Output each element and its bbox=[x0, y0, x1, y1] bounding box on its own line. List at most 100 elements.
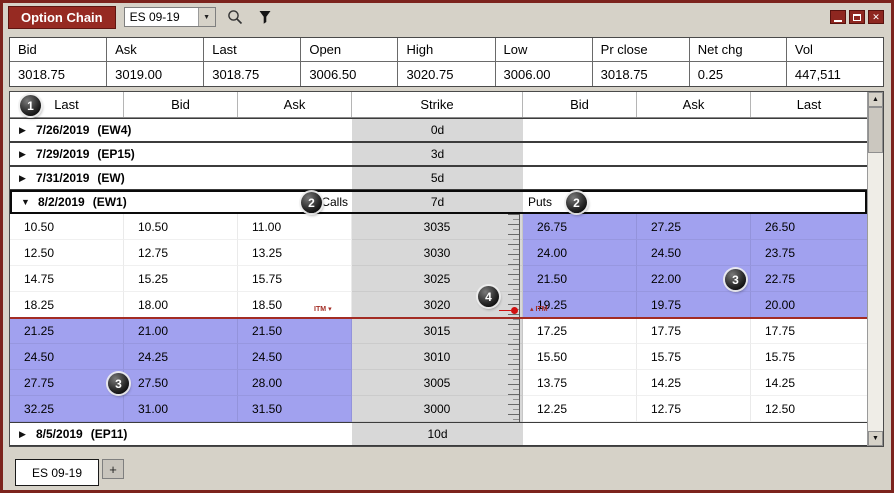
call-ask-cell[interactable]: 18.50 bbox=[238, 292, 352, 318]
days-to-expiry: 0d bbox=[352, 119, 523, 141]
strike-cell[interactable]: 3030 bbox=[352, 240, 523, 266]
put-bid-cell[interactable]: 19.25 bbox=[523, 292, 637, 318]
quote-header-last: Last bbox=[204, 38, 302, 61]
put-last-cell[interactable]: 17.75 bbox=[751, 318, 867, 344]
call-bid-cell[interactable]: 12.75 bbox=[124, 240, 238, 266]
expand-icon[interactable]: ▶ bbox=[19, 149, 36, 160]
call-last-cell[interactable]: 14.75 bbox=[10, 266, 124, 292]
scroll-up-icon: ▲ bbox=[872, 96, 879, 103]
call-bid-cell[interactable]: 27.50 bbox=[124, 370, 238, 396]
call-ask-cell[interactable]: 28.00 bbox=[238, 370, 352, 396]
put-last-cell[interactable]: 23.75 bbox=[751, 240, 867, 266]
maximize-button[interactable] bbox=[849, 10, 865, 24]
call-bid-cell[interactable]: 21.00 bbox=[124, 318, 238, 344]
put-bid-cell[interactable]: 15.50 bbox=[523, 344, 637, 370]
expiry-date: 8/2/2019 bbox=[38, 195, 85, 209]
call-ask-cell[interactable]: 21.50 bbox=[238, 318, 352, 344]
col-header-strike[interactable]: Strike bbox=[352, 92, 523, 117]
scrollbar-thumb[interactable] bbox=[868, 107, 883, 153]
col-header-put-ask[interactable]: Ask bbox=[637, 92, 751, 117]
chevron-down-icon[interactable]: ▼ bbox=[197, 8, 215, 26]
scroll-up-button[interactable]: ▲ bbox=[868, 92, 883, 107]
quote-header-prclose: Pr close bbox=[593, 38, 690, 61]
option-row-3005: 27.75 27.50 28.00 3005 13.75 14.25 14.25 bbox=[10, 370, 867, 396]
annotation-badge-2-calls: 2 bbox=[301, 192, 322, 213]
expiry-row-7/31/2019[interactable]: ▶ 7/31/2019 (EW) 5d bbox=[10, 166, 867, 190]
call-bid-cell[interactable]: 18.00 bbox=[124, 292, 238, 318]
days-to-expiry: 5d bbox=[352, 167, 523, 189]
col-header-put-last[interactable]: Last bbox=[751, 92, 867, 117]
strike-cell[interactable]: 3010 bbox=[352, 344, 523, 370]
add-tab-button[interactable]: + bbox=[102, 459, 125, 479]
put-last-cell[interactable]: 22.75 bbox=[751, 266, 867, 292]
call-last-cell[interactable]: 10.50 bbox=[10, 214, 124, 240]
option-row-3030: 12.50 12.75 13.25 3030 24.00 24.50 23.75 bbox=[10, 240, 867, 266]
col-header-call-ask[interactable]: Ask bbox=[238, 92, 352, 117]
quote-last: 3018.75 bbox=[204, 62, 302, 86]
symbol-selector[interactable]: ES 09-19 ▼ bbox=[123, 7, 216, 27]
filter-icon[interactable] bbox=[254, 6, 276, 28]
call-ask-cell[interactable]: 24.50 bbox=[238, 344, 352, 370]
call-last-cell[interactable]: 12.50 bbox=[10, 240, 124, 266]
annotation-badge-1: 1 bbox=[20, 95, 41, 116]
put-ask-cell[interactable]: 19.75 bbox=[637, 292, 751, 318]
put-bid-cell[interactable]: 12.25 bbox=[523, 396, 637, 422]
close-button[interactable]: ✕ bbox=[868, 10, 884, 24]
call-last-cell[interactable]: 18.25 bbox=[10, 292, 124, 318]
put-ask-cell[interactable]: 24.50 bbox=[637, 240, 751, 266]
strike-cell[interactable]: 3000 bbox=[352, 396, 523, 422]
call-bid-cell[interactable]: 31.00 bbox=[124, 396, 238, 422]
put-last-cell[interactable]: 14.25 bbox=[751, 370, 867, 396]
call-bid-cell[interactable]: 10.50 bbox=[124, 214, 238, 240]
put-bid-cell[interactable]: 21.50 bbox=[523, 266, 637, 292]
col-header-call-bid[interactable]: Bid bbox=[124, 92, 238, 117]
expiry-row-8/5/2019[interactable]: ▶ 8/5/2019 (EP11) 10d bbox=[10, 422, 867, 446]
search-icon[interactable] bbox=[224, 6, 246, 28]
call-bid-cell[interactable]: 15.25 bbox=[124, 266, 238, 292]
put-ask-cell[interactable]: 12.75 bbox=[637, 396, 751, 422]
call-bid-cell[interactable]: 24.25 bbox=[124, 344, 238, 370]
itm-marker-down-icon: ▾ bbox=[328, 306, 332, 313]
put-bid-cell[interactable]: 26.75 bbox=[523, 214, 637, 240]
quote-header-low: Low bbox=[496, 38, 593, 61]
call-last-cell[interactable]: 32.25 bbox=[10, 396, 124, 422]
current-price-line bbox=[10, 317, 867, 319]
call-ask-cell[interactable]: 13.25 bbox=[238, 240, 352, 266]
put-bid-cell[interactable]: 24.00 bbox=[523, 240, 637, 266]
strike-cell[interactable]: 3035 bbox=[352, 214, 523, 240]
expiry-row-8/2/2019[interactable]: ▼ 8/2/2019 (EW1) 7d Calls Puts bbox=[10, 190, 867, 214]
expand-icon[interactable]: ▶ bbox=[19, 173, 36, 184]
tab-label: ES 09-19 bbox=[32, 465, 83, 480]
col-header-put-bid[interactable]: Bid bbox=[523, 92, 637, 117]
put-ask-cell[interactable]: 15.75 bbox=[637, 344, 751, 370]
put-last-cell[interactable]: 26.50 bbox=[751, 214, 867, 240]
expand-icon[interactable]: ▶ bbox=[19, 125, 36, 136]
call-last-cell[interactable]: 27.75 bbox=[10, 370, 124, 396]
collapse-icon[interactable]: ▼ bbox=[21, 197, 38, 207]
tab-es-09-19[interactable]: ES 09-19 bbox=[15, 459, 100, 486]
expiry-row-7/29/2019[interactable]: ▶ 7/29/2019 (EP15) 3d bbox=[10, 142, 867, 166]
strike-cell[interactable]: 3005 bbox=[352, 370, 523, 396]
call-ask-cell[interactable]: 15.75 bbox=[238, 266, 352, 292]
put-last-cell[interactable]: 20.00 bbox=[751, 292, 867, 318]
expand-icon[interactable]: ▶ bbox=[19, 429, 36, 440]
put-bid-cell[interactable]: 13.75 bbox=[523, 370, 637, 396]
put-last-cell[interactable]: 12.50 bbox=[751, 396, 867, 422]
put-ask-cell[interactable]: 27.25 bbox=[637, 214, 751, 240]
expiry-row-7/26/2019[interactable]: ▶ 7/26/2019 (EW4) 0d bbox=[10, 118, 867, 142]
call-last-cell[interactable]: 21.25 bbox=[10, 318, 124, 344]
call-ask-cell[interactable]: 31.50 bbox=[238, 396, 352, 422]
put-last-cell[interactable]: 15.75 bbox=[751, 344, 867, 370]
put-ask-cell[interactable]: 14.25 bbox=[637, 370, 751, 396]
strike-cell[interactable]: 3015 bbox=[352, 318, 523, 344]
put-ask-cell[interactable]: 17.75 bbox=[637, 318, 751, 344]
call-last-cell[interactable]: 24.50 bbox=[10, 344, 124, 370]
vertical-scrollbar[interactable]: ▲ ▼ bbox=[867, 92, 883, 446]
call-ask-cell[interactable]: 11.00 bbox=[238, 214, 352, 240]
minimize-button[interactable] bbox=[830, 10, 846, 24]
strike-cell[interactable]: 3025 bbox=[352, 266, 523, 292]
scroll-down-button[interactable]: ▼ bbox=[868, 431, 883, 446]
quote-value-row: 3018.75 3019.00 3018.75 3006.50 3020.75 … bbox=[10, 62, 883, 86]
put-bid-cell[interactable]: 17.25 bbox=[523, 318, 637, 344]
annotation-badge-3-calls: 3 bbox=[108, 373, 129, 394]
